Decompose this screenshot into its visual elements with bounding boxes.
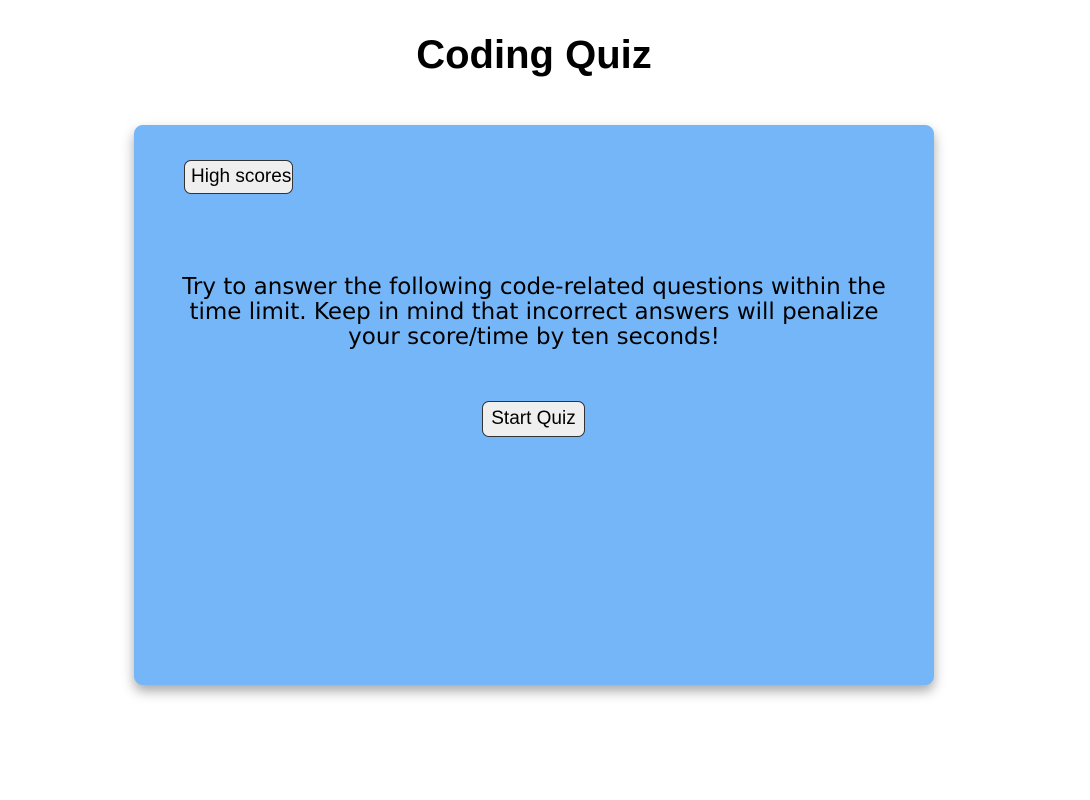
quiz-instructions: Try to answer the following code-related… [182, 274, 886, 350]
high-scores-button[interactable]: High scores [184, 160, 293, 194]
quiz-card: High scores Try to answer the following … [134, 125, 934, 685]
start-quiz-button[interactable]: Start Quiz [482, 401, 585, 437]
page-title: Coding Quiz [416, 33, 652, 77]
